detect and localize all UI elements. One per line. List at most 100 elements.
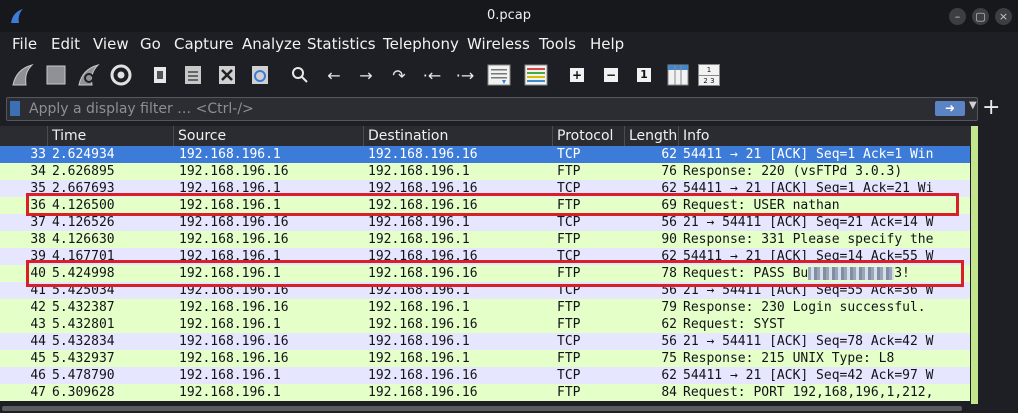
cell-time: 5.432801: [52, 317, 115, 332]
cell-source: 192.168.196.1: [179, 317, 281, 332]
menu-go[interactable]: Go: [140, 35, 161, 53]
close-icon[interactable]: ×: [995, 8, 1012, 25]
table-row[interactable]: 34 2.626895 192.168.196.16 192.168.196.1 FTP…: [0, 163, 970, 180]
add-filter-button[interactable]: +: [982, 95, 1000, 120]
horizontal-scrollbar[interactable]: [0, 404, 978, 413]
menu-statistics[interactable]: Statistics: [307, 35, 376, 53]
maximize-icon[interactable]: ▢: [972, 8, 989, 25]
cell-protocol: TCP: [557, 283, 581, 298]
cell-info-text: 54411 → 21 [ACK] Seq=1 Ack=21 Wi: [683, 181, 934, 196]
cell-source: 192.168.196.1: [179, 385, 281, 400]
cell-destination: 192.168.196.1: [368, 351, 470, 366]
table-row[interactable]: 46 5.478790 192.168.196.1 192.168.196.16 TCP…: [0, 367, 970, 384]
cell-protocol: FTP: [557, 198, 581, 213]
layout-icon[interactable]: 1 2 3: [697, 62, 721, 88]
arrow-right-icon[interactable]: ➜: [935, 101, 965, 116]
vertical-scrollbar[interactable]: [971, 126, 978, 404]
menu-telephony[interactable]: Telephony: [383, 35, 459, 53]
cell-source: 192.168.196.16: [179, 283, 289, 298]
menu-tools[interactable]: Tools: [539, 35, 576, 53]
table-row[interactable]: 37 4.126526 192.168.196.16 192.168.196.1 TCP…: [0, 214, 970, 231]
table-row[interactable]: 40 5.424998 192.168.196.1 192.168.196.16 FTP…: [0, 265, 970, 282]
menu-view[interactable]: View: [93, 35, 129, 53]
horizontal-scroll-thumb[interactable]: [2, 406, 962, 411]
cell-source: 192.168.196.1: [179, 181, 281, 196]
column-header-source[interactable]: Source: [174, 126, 364, 146]
minimize-icon[interactable]: –: [949, 8, 966, 25]
go-to-packet-icon[interactable]: ↷: [388, 62, 410, 88]
table-row[interactable]: 47 6.309628 192.168.196.1 192.168.196.16 FTP…: [0, 384, 970, 401]
cell-length: 62: [661, 317, 677, 332]
cell-protocol: TCP: [557, 334, 581, 349]
menu-analyze[interactable]: Analyze: [242, 35, 301, 53]
cell-info: Request: USER nathan: [683, 197, 970, 214]
cell-no: 44: [30, 334, 46, 349]
menu-capture[interactable]: Capture: [174, 35, 234, 53]
menu-wireless[interactable]: Wireless: [467, 35, 530, 53]
chevron-down-icon[interactable]: ▼: [969, 100, 977, 111]
open-file-icon[interactable]: [148, 62, 172, 88]
last-packet-icon[interactable]: ·→: [453, 62, 477, 88]
arrow-right-icon[interactable]: →: [355, 62, 377, 88]
table-row[interactable]: 35 2.667693 192.168.196.1 192.168.196.16 TCP…: [0, 180, 970, 197]
cell-protocol: TCP: [557, 147, 581, 162]
table-row[interactable]: 38 4.126630 192.168.196.16 192.168.196.1 FTP…: [0, 231, 970, 248]
cell-no: 36: [30, 198, 46, 213]
menu-bar: File Edit View Go Capture Analyze Statis…: [0, 32, 1018, 56]
reload-icon[interactable]: [248, 62, 272, 88]
table-row[interactable]: 41 5.425034 192.168.196.16 192.168.196.1 TCP…: [0, 282, 970, 299]
layout-bottom-label: 2 3: [703, 77, 715, 85]
column-header-time[interactable]: Time: [48, 126, 174, 146]
normal-size-icon[interactable]: 1: [635, 62, 653, 88]
colorize-icon[interactable]: [522, 62, 550, 88]
table-row[interactable]: 44 5.432834 192.168.196.16 192.168.196.1 TCP…: [0, 333, 970, 350]
close-file-icon[interactable]: [215, 62, 239, 88]
cell-destination: 192.168.196.16: [368, 368, 478, 383]
column-header-length[interactable]: Length: [625, 126, 679, 146]
cell-time: 5.425034: [52, 283, 115, 298]
stop-square-icon[interactable]: [42, 62, 70, 88]
table-row[interactable]: 43 5.432801 192.168.196.1 192.168.196.16 FTP…: [0, 316, 970, 333]
column-header-protocol[interactable]: Protocol: [553, 126, 625, 146]
table-row[interactable]: 45 5.432937 192.168.196.16 192.168.196.1 FTP…: [0, 350, 970, 367]
restart-fin-icon[interactable]: [74, 62, 104, 88]
zoom-in-icon[interactable]: +: [568, 62, 586, 88]
menu-help[interactable]: Help: [590, 35, 624, 53]
gear-options-icon[interactable]: [107, 62, 135, 88]
autoscroll-icon[interactable]: [485, 62, 513, 88]
save-file-icon[interactable]: [181, 62, 205, 88]
cell-source: 192.168.196.1: [179, 368, 281, 383]
column-header-destination[interactable]: Destination: [364, 126, 553, 146]
cell-info: Response: 215 UNIX Type: L8: [683, 350, 970, 367]
column-header-no[interactable]: [0, 126, 48, 146]
resize-columns-icon[interactable]: [666, 62, 690, 88]
cell-no: 40: [30, 266, 46, 281]
cell-length: 56: [661, 334, 677, 349]
table-row[interactable]: 39 4.167701 192.168.196.1 192.168.196.16 TCP…: [0, 248, 970, 265]
cell-time: 5.432937: [52, 351, 115, 366]
search-icon[interactable]: [289, 62, 311, 88]
table-row[interactable]: 36 4.126500 192.168.196.1 192.168.196.16 FTP…: [0, 197, 970, 214]
menu-edit[interactable]: Edit: [51, 35, 80, 53]
cell-destination: 192.168.196.1: [368, 164, 470, 179]
zoom-out-icon[interactable]: −: [602, 62, 620, 88]
cell-no: 46: [30, 368, 46, 383]
cell-protocol: FTP: [557, 266, 581, 281]
first-packet-icon[interactable]: ·←: [420, 62, 444, 88]
cell-time: 6.309628: [52, 385, 115, 400]
shark-fin-start-icon[interactable]: [8, 62, 38, 88]
cell-length: 62: [661, 368, 677, 383]
arrow-left-icon[interactable]: ←: [323, 62, 345, 88]
cell-source: 192.168.196.1: [179, 249, 281, 264]
cell-no: 33: [30, 147, 46, 162]
table-row[interactable]: 33 2.624934 192.168.196.1 192.168.196.16 TCP…: [0, 146, 970, 163]
cell-source: 192.168.196.1: [179, 266, 281, 281]
bookmark-icon[interactable]: [10, 101, 20, 116]
menu-file[interactable]: File: [12, 35, 37, 53]
cell-protocol: TCP: [557, 249, 581, 264]
table-row[interactable]: 42 5.432387 192.168.196.16 192.168.196.1 FTP…: [0, 299, 970, 316]
column-header-info[interactable]: Info: [679, 126, 971, 146]
display-filter-input[interactable]: Apply a display filter … <Ctrl-/> ➜ ▼: [6, 97, 978, 121]
cell-info-text: 54411 → 21 [ACK] Seq=14 Ack=55 W: [683, 249, 934, 264]
cell-info-text: Response: 331 Please specify the: [683, 232, 934, 247]
